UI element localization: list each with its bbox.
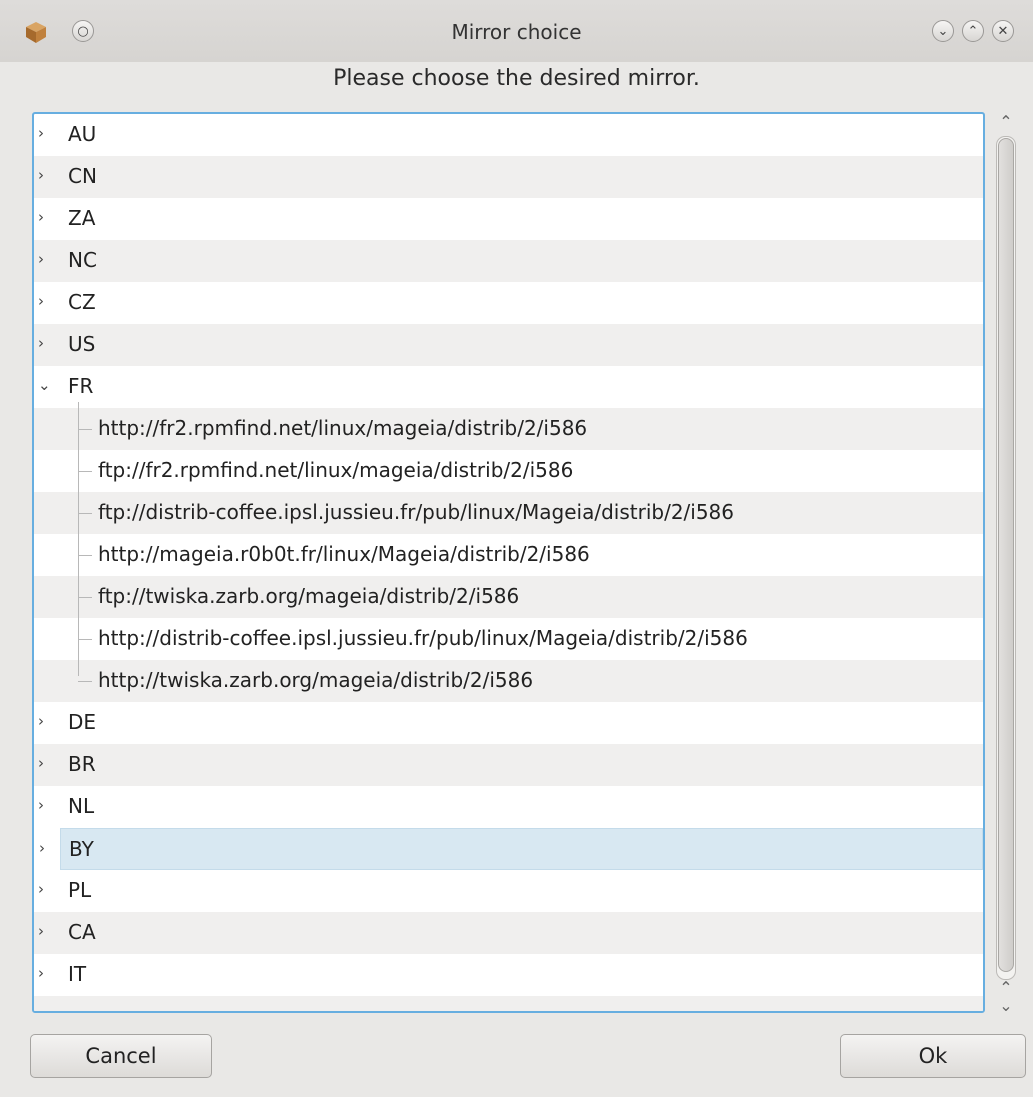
tree-vertical-line — [78, 402, 79, 676]
vertical-scrollbar[interactable]: ⌃ ⌃ ⌄ — [988, 112, 1024, 1020]
tree-row-country[interactable]: › US — [34, 324, 983, 366]
tree-row-country[interactable]: › CZ — [34, 282, 983, 324]
country-label: BY — [69, 837, 94, 861]
tree-row-country[interactable]: › IT — [34, 954, 983, 996]
tree-row-country[interactable]: › AU — [34, 114, 983, 156]
mirror-choice-dialog: ○ Mirror choice ⌄ ⌃ ✕ Please choose the … — [0, 0, 1033, 1097]
mirror-url-label: ftp://fr2.rpmfind.net/linux/mageia/distr… — [98, 458, 574, 482]
expand-arrow-icon[interactable]: › — [38, 208, 56, 228]
scroll-up-icon[interactable]: ⌃ — [988, 112, 1024, 134]
collapse-arrow-icon[interactable]: ⌄ — [38, 376, 56, 396]
dialog-prompt: Please choose the desired mirror. — [333, 66, 700, 91]
country-label: DE — [68, 710, 97, 734]
expand-arrow-icon[interactable]: › — [38, 166, 56, 186]
country-label: NC — [68, 248, 97, 272]
expand-arrow-icon[interactable]: › — [38, 712, 56, 732]
tree-row-country[interactable]: › CA — [34, 912, 983, 954]
country-label: CA — [68, 920, 96, 944]
tree-row-country[interactable]: › BR — [34, 744, 983, 786]
tree-branch-line — [78, 429, 92, 430]
country-label: ZA — [68, 206, 96, 230]
tree-row-country[interactable]: › ZA — [34, 198, 983, 240]
country-label: NL — [68, 794, 95, 818]
tree-row-country[interactable]: › PL — [34, 870, 983, 912]
tree-row-country[interactable]: ⌄ FR — [34, 366, 983, 408]
tree-branch-line — [78, 555, 92, 556]
tree-row-country-partial[interactable] — [34, 996, 983, 1011]
expand-arrow-icon[interactable]: › — [38, 922, 56, 942]
expand-arrow-icon[interactable]: › — [38, 754, 56, 774]
country-label: PL — [68, 878, 92, 902]
mirror-url-label: http://twiska.zarb.org/mageia/distrib/2/… — [98, 668, 534, 692]
tree-branch-line — [78, 597, 92, 598]
title-bar[interactable]: ○ Mirror choice ⌄ ⌃ ✕ — [0, 0, 1033, 62]
tree-row-country[interactable]: › DE — [34, 702, 983, 744]
tree-row-country[interactable]: › CN — [34, 156, 983, 198]
country-label: IT — [68, 962, 87, 986]
tree-row-mirror[interactable]: http://mageia.r0b0t.fr/linux/Mageia/dist… — [34, 534, 983, 576]
tree-branch-line — [78, 513, 92, 514]
scroll-down-icon[interactable]: ⌄ — [988, 996, 1024, 1018]
tree-row-mirror[interactable]: http://distrib-coffee.ipsl.jussieu.fr/pu… — [34, 618, 983, 660]
mirror-url-label: http://fr2.rpmfind.net/linux/mageia/dist… — [98, 416, 588, 440]
country-label: CZ — [68, 290, 96, 314]
mirror-url-label: http://mageia.r0b0t.fr/linux/Mageia/dist… — [98, 542, 590, 566]
mirror-url-label: ftp://distrib-coffee.ipsl.jussieu.fr/pub… — [98, 500, 735, 524]
expand-arrow-icon[interactable]: › — [38, 250, 56, 270]
tree-row-country[interactable]: › NC — [34, 240, 983, 282]
tree-branch-line — [78, 471, 92, 472]
ok-button[interactable]: Ok — [840, 1034, 1026, 1078]
country-label: CN — [68, 164, 97, 188]
expand-arrow-icon[interactable]: › — [38, 796, 56, 816]
tree-branch-line — [78, 681, 92, 682]
mirror-tree[interactable]: › AU › CN › ZA › NC › CZ › US ⌄ FR http://fr2.rpmfind.… — [32, 112, 985, 1013]
country-label: FR — [68, 374, 94, 398]
tree-branch-line — [78, 639, 92, 640]
tree-row-country[interactable]: › BY — [39, 828, 983, 870]
country-label: BR — [68, 752, 96, 776]
expand-arrow-icon[interactable]: › — [38, 124, 56, 144]
close-icon[interactable]: ✕ — [992, 20, 1014, 42]
cancel-button[interactable]: Cancel — [30, 1034, 212, 1078]
tree-row-mirror[interactable]: http://twiska.zarb.org/mageia/distrib/2/… — [34, 660, 983, 702]
scroll-thumb[interactable] — [998, 138, 1014, 972]
expand-arrow-icon[interactable]: › — [39, 839, 57, 859]
tree-row-mirror[interactable]: http://fr2.rpmfind.net/linux/mageia/dist… — [34, 408, 983, 450]
minimize-icon[interactable]: ⌄ — [932, 20, 954, 42]
maximize-icon[interactable]: ⌃ — [962, 20, 984, 42]
expand-arrow-icon[interactable]: › — [38, 334, 56, 354]
country-label: US — [68, 332, 96, 356]
tree-row-mirror[interactable]: ftp://fr2.rpmfind.net/linux/mageia/distr… — [34, 450, 983, 492]
window-title: Mirror choice — [451, 20, 582, 44]
tree-row-mirror[interactable]: ftp://distrib-coffee.ipsl.jussieu.fr/pub… — [34, 492, 983, 534]
expand-arrow-icon[interactable]: › — [38, 880, 56, 900]
expand-arrow-icon[interactable]: › — [38, 964, 56, 984]
country-label: AU — [68, 122, 97, 146]
tree-row-mirror[interactable]: ftp://twiska.zarb.org/mageia/distrib/2/i… — [34, 576, 983, 618]
tree-row-country[interactable]: › NL — [34, 786, 983, 828]
mirror-url-label: http://distrib-coffee.ipsl.jussieu.fr/pu… — [98, 626, 748, 650]
expand-arrow-icon[interactable]: › — [38, 292, 56, 312]
mirror-url-label: ftp://twiska.zarb.org/mageia/distrib/2/i… — [98, 584, 520, 608]
